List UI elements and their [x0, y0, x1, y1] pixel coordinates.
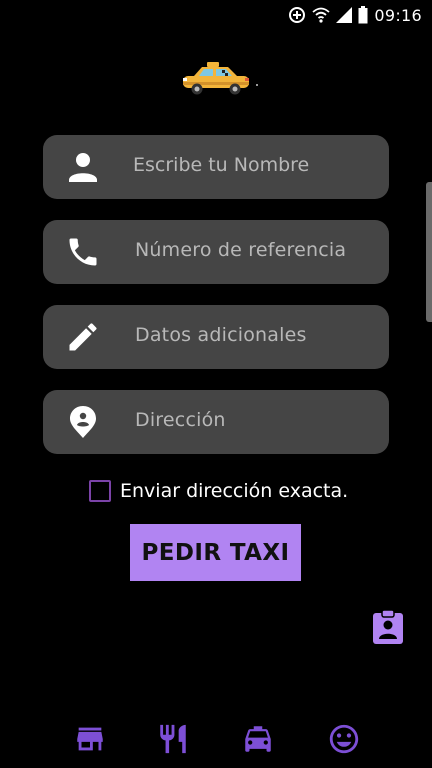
- restaurant-icon[interactable]: [156, 722, 190, 756]
- reference-number-field[interactable]: Número de referencia: [43, 220, 389, 284]
- name-input[interactable]: [133, 135, 373, 195]
- store-icon[interactable]: [73, 722, 107, 756]
- person-icon: [65, 149, 101, 185]
- exact-address-checkbox[interactable]: [89, 480, 111, 502]
- taxi-car-icon: [180, 60, 260, 96]
- name-field[interactable]: [43, 135, 389, 199]
- smiley-icon[interactable]: [327, 722, 361, 756]
- signal-icon: [336, 7, 353, 23]
- reference-number-placeholder: Número de referencia: [135, 239, 347, 261]
- additional-data-field[interactable]: Datos adicionales: [43, 305, 389, 369]
- pedir-taxi-button[interactable]: PEDIR TAXI: [130, 524, 301, 581]
- scrollbar[interactable]: [426, 182, 432, 322]
- taxi-icon[interactable]: [241, 722, 275, 756]
- additional-data-placeholder: Datos adicionales: [135, 324, 307, 346]
- address-field[interactable]: Dirección: [43, 390, 389, 454]
- wifi-icon: [312, 6, 330, 24]
- data-saver-icon: [288, 6, 306, 24]
- status-time: 09:16: [374, 5, 422, 25]
- exact-address-label[interactable]: Enviar dirección exacta.: [120, 480, 348, 502]
- pencil-icon: [65, 319, 101, 355]
- battery-icon: [358, 6, 368, 24]
- phone-icon: [65, 234, 101, 270]
- status-icons: 09:16: [288, 4, 422, 26]
- address-placeholder: Dirección: [135, 409, 226, 431]
- exact-address-checkbox-row[interactable]: Enviar dirección exacta.: [89, 478, 348, 504]
- contact-clipboard-icon[interactable]: [371, 609, 405, 645]
- location-pin-icon: [65, 404, 101, 440]
- status-bar: 09:16: [0, 0, 432, 30]
